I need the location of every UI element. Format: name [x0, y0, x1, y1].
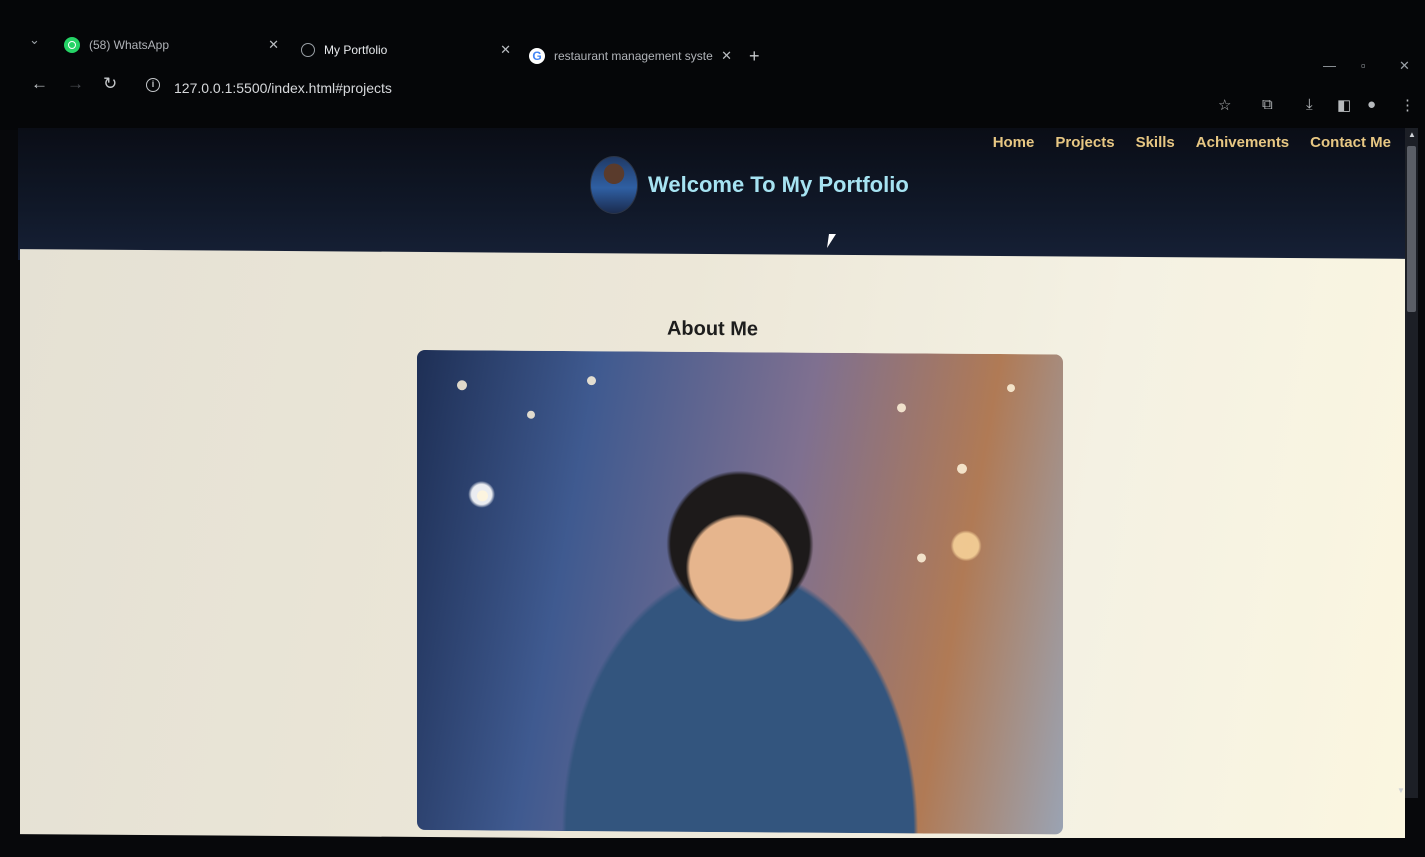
browser-chrome: ⌄ (58) WhatsApp ✕ My Portfolio ✕ G resta…	[0, 0, 1425, 130]
screen-bezel	[0, 838, 1425, 857]
maximize-icon[interactable]: ▫	[1361, 58, 1366, 73]
tab-my-portfolio[interactable]: My Portfolio ✕	[301, 36, 511, 64]
tab-label: (58) WhatsApp	[89, 38, 170, 52]
close-window-icon[interactable]: ✕	[1399, 58, 1410, 74]
page-title: Welcome To My Portfolio	[648, 172, 909, 197]
new-tab-icon[interactable]: +	[749, 46, 760, 67]
google-icon: G	[529, 48, 545, 64]
site-header: Home Projects Skills Achivements Contact…	[18, 128, 1405, 260]
tab-label: restaurant management syste	[554, 49, 713, 63]
whatsapp-icon	[64, 37, 80, 53]
bokeh-light	[477, 490, 488, 502]
close-tab-icon[interactable]: ✕	[721, 48, 732, 64]
bookmark-star-icon[interactable]: ☆	[1218, 96, 1231, 114]
nav-projects[interactable]: Projects	[1055, 134, 1114, 151]
address-bar[interactable]: 127.0.0.1:5500/index.html#projects	[174, 80, 392, 96]
tab-label: My Portfolio	[324, 43, 388, 57]
nav-achievements[interactable]: Achivements	[1196, 134, 1289, 151]
extensions-icon[interactable]: ⧉	[1262, 96, 1273, 113]
bokeh-light	[1007, 384, 1015, 393]
menu-kebab-icon[interactable]: ⋮	[1400, 96, 1415, 114]
site-info-icon[interactable]: i	[146, 78, 160, 92]
main-nav: Home Projects Skills Achivements Contact…	[993, 134, 1391, 151]
close-tab-icon[interactable]: ✕	[268, 37, 279, 53]
about-section: About Me	[20, 249, 1405, 844]
bokeh-light	[897, 403, 906, 413]
nav-home[interactable]: Home	[993, 134, 1035, 151]
tab-whatsapp[interactable]: (58) WhatsApp ✕	[64, 31, 279, 59]
bokeh-light	[457, 380, 467, 391]
bokeh-light	[957, 463, 967, 474]
back-icon[interactable]: ←	[31, 74, 48, 94]
close-tab-icon[interactable]: ✕	[500, 42, 511, 58]
bokeh-light	[587, 376, 596, 386]
nav-contact[interactable]: Contact Me	[1310, 134, 1391, 151]
nav-skills[interactable]: Skills	[1136, 134, 1175, 151]
scroll-down-icon[interactable]: ▼	[1397, 786, 1405, 795]
side-panel-icon[interactable]: ◧	[1337, 96, 1351, 114]
forward-icon[interactable]: →	[67, 74, 84, 94]
tab-google-search[interactable]: G restaurant management syste ✕	[529, 42, 732, 70]
section-heading: About Me	[666, 317, 759, 341]
profile-photo	[417, 349, 1063, 835]
globe-icon	[301, 43, 315, 57]
scroll-up-icon[interactable]: ▲	[1408, 130, 1416, 139]
bokeh-light	[527, 410, 535, 419]
scrollbar-thumb[interactable]	[1407, 146, 1416, 312]
tab-search-chevron-icon[interactable]: ⌄	[29, 32, 40, 48]
bokeh-light	[917, 553, 926, 563]
reload-icon[interactable]: ↻	[103, 74, 117, 94]
brand: Welcome To My Portfolio	[590, 156, 909, 214]
download-icon[interactable]: ⤓	[1306, 96, 1313, 113]
minimize-icon[interactable]: —	[1323, 58, 1336, 73]
avatar	[590, 156, 638, 214]
profile-icon[interactable]: ●	[1367, 96, 1376, 113]
